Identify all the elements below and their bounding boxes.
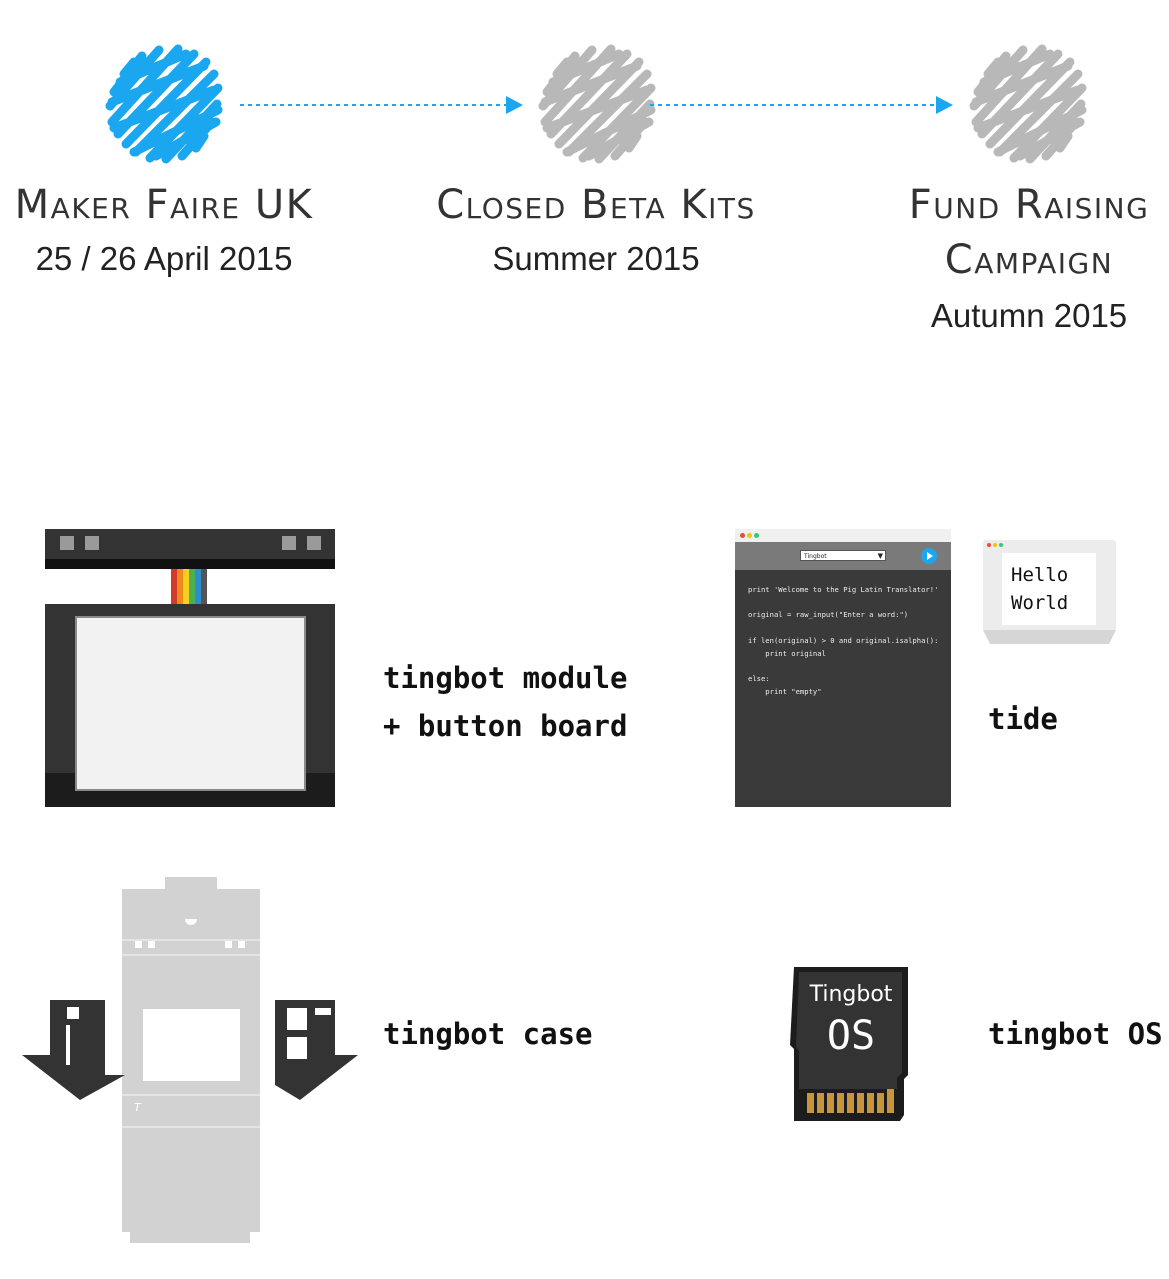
os-label: tingbot OS [988,1017,1163,1051]
sd-card-label-os: OS [826,1013,876,1059]
module-label-line1: tingbot module [383,661,628,695]
timeline-arrow-1 [240,96,523,114]
preview-maximize-dot-icon[interactable] [999,543,1003,547]
milestone-date-closed-beta: Summer 2015 [492,240,700,277]
milestone-title-maker-faire: Maker Faire UK [14,182,314,228]
close-dot-icon[interactable] [740,533,745,538]
tide-titlebar [735,529,951,542]
tide-label: tide [988,702,1058,736]
code-line: print original [748,648,826,658]
run-button[interactable] [921,548,937,564]
case-label: tingbot case [383,1017,593,1051]
milestone-dot-maker-faire [110,49,218,159]
preview-screen: Hello World [1002,553,1096,625]
milestone-date-maker-faire: 25 / 26 April 2015 [35,240,293,277]
milestone-date-fund-raising: Autumn 2015 [930,297,1128,334]
tingbot-case-illustration: T [22,877,358,1243]
device-select-value: Tingbot [804,553,827,560]
milestone-title-campaign: Campaign [944,237,1114,283]
chevron-down-icon: ▼ [877,552,883,560]
play-icon [927,552,933,560]
tide-preview-window: Hello World [983,540,1116,632]
code-line: original = raw_input("Enter a word:") [748,610,909,620]
maximize-dot-icon[interactable] [754,533,759,538]
device-select[interactable]: Tingbot ▼ [800,550,886,561]
milestone-dot-closed-beta [543,49,651,159]
sd-card-label-brand: Tingbot [809,982,893,1007]
module-label-line2: + button board [383,709,628,743]
code-line: if len(original) > 0 and original.isalph… [748,635,939,645]
preview-stand [983,630,1116,644]
timeline-arrow-2 [650,96,953,114]
tingbot-module-illustration [45,529,335,807]
code-line: print "empty" [748,686,822,696]
milestone-title-fund-raising: Fund Raising [908,182,1150,228]
preview-close-dot-icon[interactable] [987,543,991,547]
preview-text-line2: World [1011,592,1069,614]
milestone-title-closed-beta: Closed Beta Kits [436,182,756,228]
code-line: else: [748,673,770,683]
code-line: print 'Welcome to the Pig Latin Translat… [748,585,939,594]
preview-text-line1: Hello [1011,564,1069,586]
tide-code-area[interactable]: print 'Welcome to the Pig Latin Translat… [748,584,944,698]
milestone-dot-fund-raising [974,49,1082,159]
preview-minimize-dot-icon[interactable] [993,543,997,547]
minimize-dot-icon[interactable] [747,533,752,538]
